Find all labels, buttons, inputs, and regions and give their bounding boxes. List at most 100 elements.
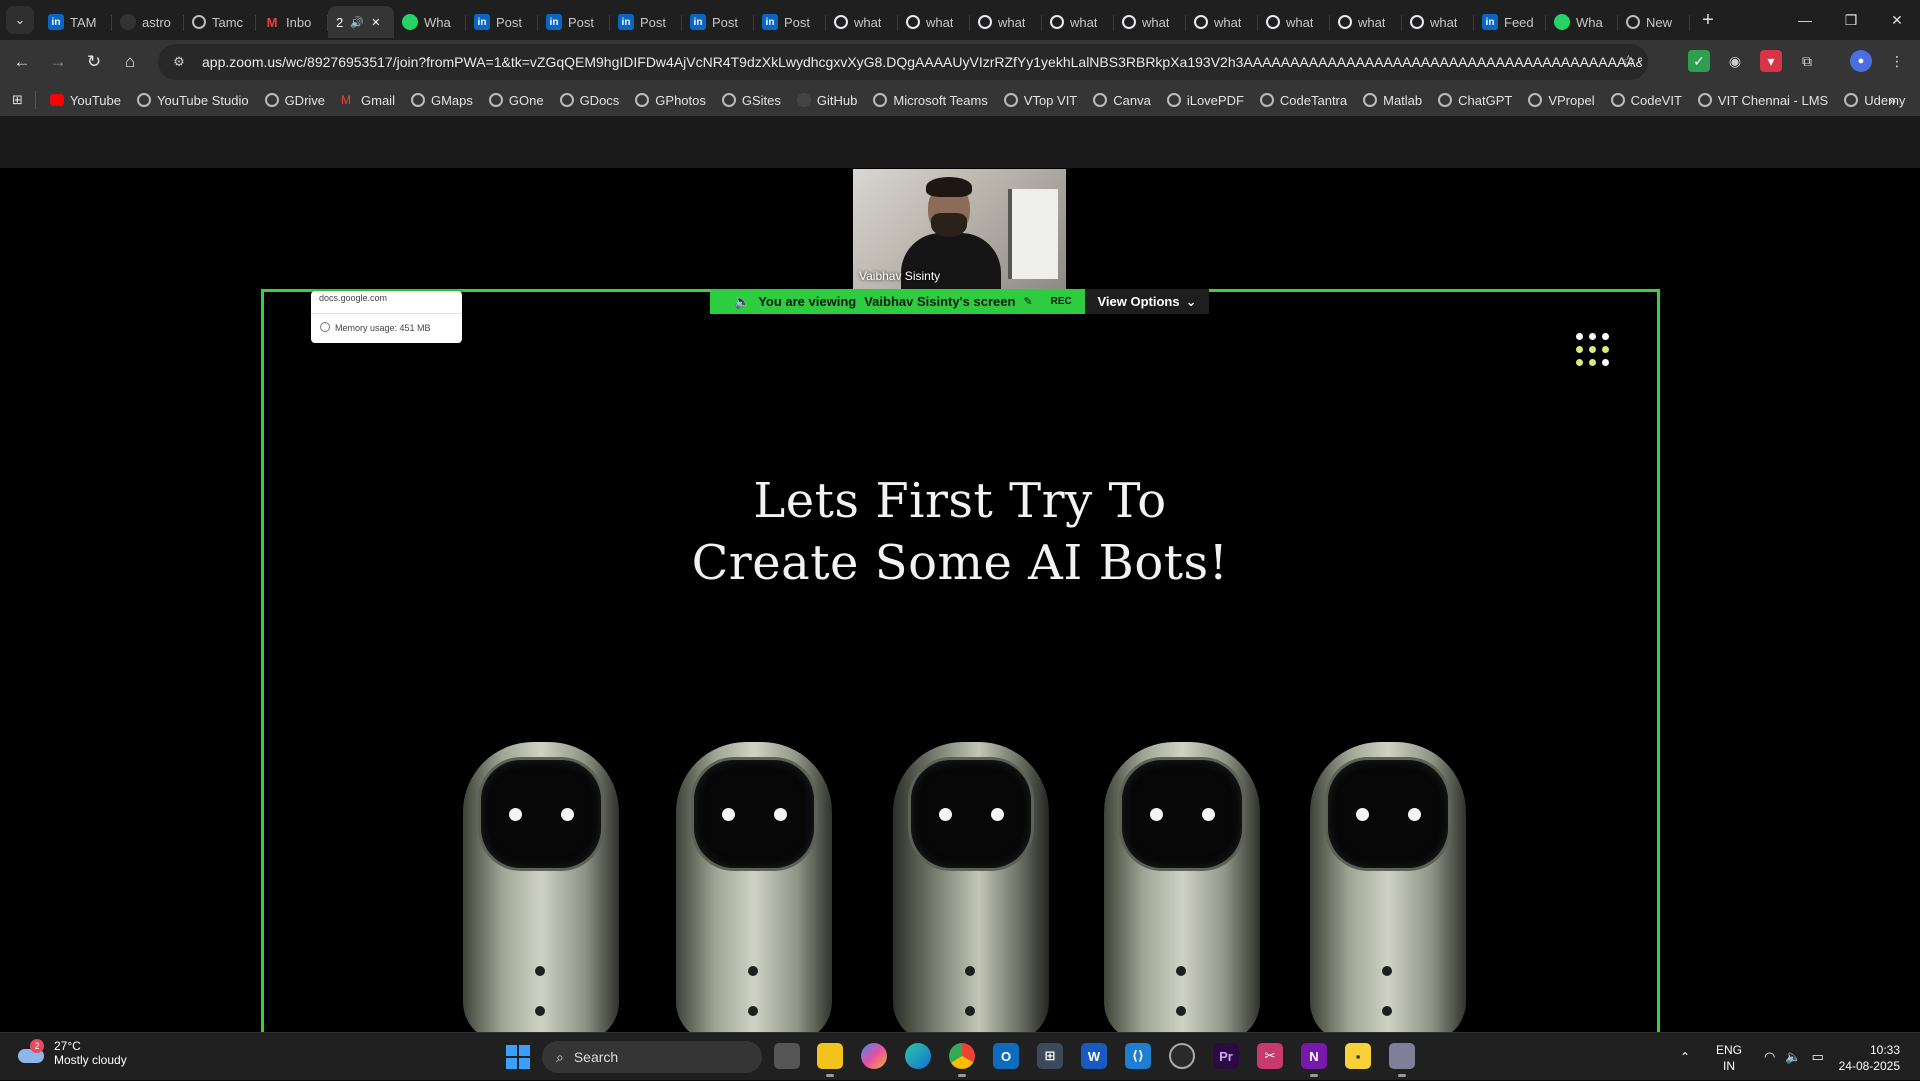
bookmark-item[interactable]: VTop VIT [996, 86, 1085, 114]
wifi-icon[interactable]: ◠ [1764, 1049, 1775, 1065]
browser-tab[interactable]: in Feed [1474, 6, 1546, 38]
chrome-icon[interactable] [949, 1043, 975, 1077]
browser-tab[interactable]: in Post [538, 6, 610, 38]
browser-tab[interactable]: what [1114, 6, 1186, 38]
browser-tab[interactable]: in Post [682, 6, 754, 38]
copilot-icon[interactable] [861, 1043, 887, 1069]
view-options-button[interactable]: View Options ⌄ [1085, 289, 1209, 314]
pocket-extension-icon[interactable]: ▾ [1760, 50, 1782, 72]
bookmark-item[interactable]: M Gmail [333, 86, 403, 114]
task-view-icon[interactable] [774, 1043, 800, 1069]
outlook-icon[interactable]: O [993, 1043, 1019, 1069]
obs-icon[interactable] [1169, 1043, 1195, 1069]
microsoft-store-icon[interactable]: ⊞ [1037, 1043, 1063, 1069]
sticky-notes-icon[interactable]: ▪ [1345, 1043, 1371, 1069]
whatsapp-icon [402, 14, 418, 30]
camera-extension-icon[interactable]: ◉ [1724, 50, 1746, 72]
tab-label: what [854, 14, 882, 30]
browser-tab[interactable]: New [1618, 6, 1690, 38]
browser-tab[interactable]: in Post [466, 6, 538, 38]
more-bookmarks-icon[interactable]: » [1881, 86, 1904, 114]
weather-widget[interactable]: 2 27°C Mostly cloudy [16, 1039, 127, 1067]
site-info-icon[interactable]: ⚙ [170, 53, 188, 71]
address-bar[interactable]: ⚙ app.zoom.us/wc/89276953517/join?fromPW… [158, 44, 1648, 80]
shield-extension-icon[interactable]: ✓ [1688, 50, 1710, 72]
bookmark-item[interactable]: YouTube Studio [129, 86, 257, 114]
volume-icon[interactable]: 🔈 [1785, 1049, 1801, 1065]
tray-icons: ◠ 🔈 ▭ [1764, 1033, 1824, 1081]
browser-tab[interactable]: what [1330, 6, 1402, 38]
bookmark-item[interactable]: GSites [714, 86, 789, 114]
bookmark-item[interactable]: Microsoft Teams [865, 86, 995, 114]
snipping-tool-icon[interactable]: ✂ [1257, 1043, 1283, 1069]
new-tab-button[interactable]: + [1694, 6, 1722, 34]
reload-button[interactable]: ↻ [76, 44, 112, 80]
word-icon[interactable]: W [1081, 1043, 1107, 1069]
browser-tab[interactable]: astro [112, 6, 184, 38]
tray-overflow-icon[interactable]: ⌃ [1680, 1050, 1690, 1064]
minimize-button[interactable]: — [1782, 0, 1828, 40]
windows-start-icon[interactable] [506, 1045, 530, 1069]
browser-tab[interactable]: in TAM [40, 6, 112, 38]
back-button[interactable]: ← [4, 44, 40, 80]
browser-tab[interactable]: 2 🔊 ✕ [328, 6, 394, 38]
battery-icon[interactable]: ▭ [1812, 1049, 1824, 1065]
home-button[interactable]: ⌂ [112, 44, 148, 80]
linkedin-icon: in [690, 14, 706, 30]
bookmark-item[interactable]: CodeTantra [1252, 86, 1355, 114]
bookmark-item[interactable]: VPropel [1520, 86, 1602, 114]
bookmark-item[interactable]: GDocs [552, 86, 628, 114]
onenote-icon[interactable]: N [1301, 1043, 1327, 1077]
browser-tab[interactable]: what [1258, 6, 1330, 38]
bookmark-item[interactable]: ChatGPT [1430, 86, 1520, 114]
bookmark-item[interactable]: GPhotos [627, 86, 714, 114]
browser-tab[interactable]: Wha [394, 6, 466, 38]
close-window-button[interactable]: ✕ [1874, 0, 1920, 40]
zoom-app-icon[interactable] [1389, 1043, 1415, 1077]
url-text[interactable]: app.zoom.us/wc/89276953517/join?fromPWA=… [202, 54, 1642, 70]
google-icon [906, 15, 920, 29]
premiere-pro-icon[interactable]: Pr [1213, 1043, 1239, 1069]
browser-tab[interactable]: what [1042, 6, 1114, 38]
browser-tab[interactable]: in Post [754, 6, 826, 38]
bookmark-item[interactable]: GDrive [257, 86, 333, 114]
forward-button[interactable]: → [40, 44, 76, 80]
apps-grid-icon[interactable]: ⊞ [0, 86, 35, 114]
extensions-puzzle-icon[interactable]: ⧉ [1796, 50, 1818, 72]
close-tab-icon[interactable]: ✕ [371, 16, 380, 29]
profile-avatar[interactable]: ● [1850, 50, 1872, 72]
browser-tab[interactable]: Tamc [184, 6, 256, 38]
browser-tab[interactable]: what [826, 6, 898, 38]
whatsapp-icon [1554, 14, 1570, 30]
browser-tab[interactable]: in Post [610, 6, 682, 38]
edge-icon[interactable] [905, 1043, 931, 1069]
bookmark-label: Matlab [1383, 92, 1423, 108]
taskbar-search[interactable]: ⌕ Search [542, 1041, 762, 1073]
bookmark-item[interactable]: Canva [1085, 86, 1159, 114]
browser-tab[interactable]: what [898, 6, 970, 38]
browser-tab[interactable]: what [1186, 6, 1258, 38]
bookmark-item[interactable]: iLovePDF [1159, 86, 1252, 114]
bookmark-star-icon[interactable]: ☆ [1621, 52, 1636, 72]
vscode-icon[interactable]: ⟨⟩ [1125, 1043, 1151, 1069]
tab-search-button[interactable]: ⌄ [6, 6, 34, 34]
bookmark-item[interactable]: YouTube [42, 86, 129, 114]
language-indicator[interactable]: ENG IN [1716, 1042, 1742, 1074]
bookmark-item[interactable]: VIT Chennai - LMS [1690, 86, 1836, 114]
restore-button[interactable]: ❐ [1828, 0, 1874, 40]
browser-menu-icon[interactable]: ⋮ [1886, 50, 1908, 72]
bookmark-item[interactable]: CodeVIT [1603, 86, 1690, 114]
browser-tab[interactable]: M Inbo [256, 6, 328, 38]
system-clock[interactable]: 10:33 24-08-2025 [1839, 1042, 1900, 1074]
bookmark-item[interactable]: Matlab [1355, 86, 1430, 114]
bookmark-item[interactable]: GOne [481, 86, 552, 114]
file-explorer-icon[interactable] [817, 1043, 843, 1077]
bookmark-item[interactable]: GitHub [789, 86, 865, 114]
browser-tab[interactable]: Wha [1546, 6, 1618, 38]
browser-tab[interactable]: what [970, 6, 1042, 38]
participant-video-tile[interactable]: Vaibhav Sisinty [853, 169, 1066, 289]
bookmark-item[interactable]: GMaps [403, 86, 481, 114]
bookmark-label: Gmail [361, 92, 395, 108]
browser-tab[interactable]: what [1402, 6, 1474, 38]
bookmark-label: GDrive [284, 92, 326, 108]
